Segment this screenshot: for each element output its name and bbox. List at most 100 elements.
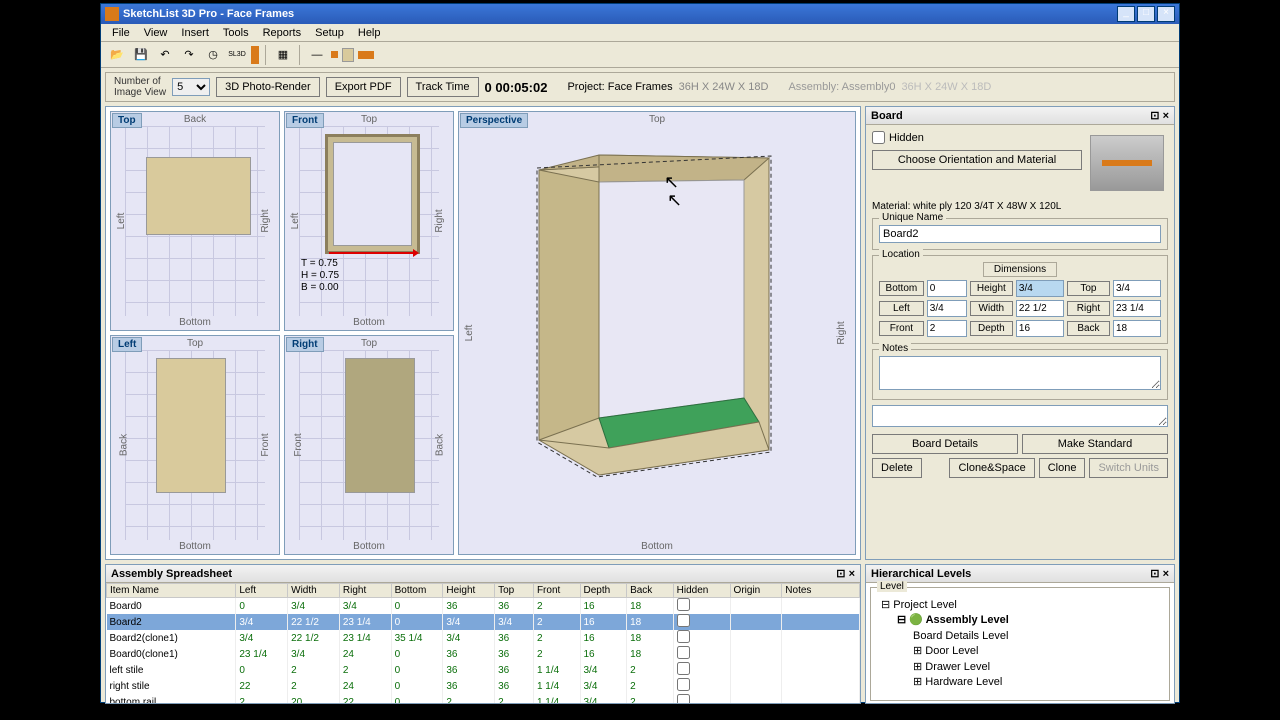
close-button[interactable]: ×: [1157, 6, 1175, 22]
hidden-checkbox[interactable]: [872, 131, 885, 144]
front-input[interactable]: [927, 320, 967, 337]
toolbar: 📂 💾 ↶ ↷ ◷ SL3D ▦ —: [101, 42, 1179, 68]
table-row[interactable]: Board003/43/40363621618: [107, 598, 860, 615]
titlebar: SketchList 3D Pro - Face Frames _ □ ×: [101, 4, 1179, 24]
tree-item[interactable]: ⊞ Door Level: [881, 644, 1159, 659]
menu-setup[interactable]: Setup: [308, 26, 351, 40]
imageview-label: Number of Image View: [114, 76, 166, 98]
spreadsheet-panel: Assembly Spreadsheet⊡ × Item NameLeftWid…: [105, 564, 861, 704]
menubar: File View Insert Tools Reports Setup Hel…: [101, 24, 1179, 42]
pro-icon[interactable]: SL3D: [227, 45, 247, 65]
tree-item[interactable]: ⊟ Project Level: [881, 598, 1159, 613]
back-input[interactable]: [1113, 320, 1161, 337]
track-time-button[interactable]: Track Time: [407, 77, 479, 97]
top-input[interactable]: [1113, 280, 1161, 297]
dimension-arrow: [329, 252, 414, 254]
width-button[interactable]: Width: [970, 301, 1013, 316]
clock-icon[interactable]: ◷: [203, 45, 223, 65]
front-button[interactable]: Front: [879, 321, 924, 336]
menu-reports[interactable]: Reports: [256, 26, 309, 40]
top-button[interactable]: Top: [1067, 281, 1110, 296]
viewport-back[interactable]: Top Back Bottom Left Right: [110, 111, 280, 331]
hierarchy-tree[interactable]: ⊟ Project Level⊟ 🟢 Assembly LevelBoard D…: [877, 594, 1163, 694]
clone-space-button[interactable]: Clone&Space: [949, 458, 1034, 478]
dim-h: H = 0.75: [301, 270, 339, 281]
tree-item[interactable]: ⊟ 🟢 Assembly Level: [881, 613, 1159, 628]
delete-button[interactable]: Delete: [872, 458, 922, 478]
maximize-button[interactable]: □: [1137, 6, 1155, 22]
menu-help[interactable]: Help: [351, 26, 388, 40]
bottom-button[interactable]: Bottom: [879, 281, 924, 296]
table-row[interactable]: left stile022036361 1/43/42: [107, 662, 860, 678]
right-input[interactable]: [1113, 300, 1161, 317]
table-row[interactable]: Board0(clone1)23 1/43/4240363621618: [107, 646, 860, 662]
assembly-label: Assembly: Assembly0: [788, 81, 895, 93]
viewport-left[interactable]: Left Top Bottom Back Front: [110, 335, 280, 555]
grid-icon[interactable]: ▦: [273, 45, 293, 65]
clone-button[interactable]: Clone: [1039, 458, 1086, 478]
menu-file[interactable]: File: [105, 26, 137, 40]
table-row[interactable]: Board2(clone1)3/422 1/223 1/435 1/43/436…: [107, 630, 860, 646]
open-icon[interactable]: 📂: [107, 45, 127, 65]
close-icon[interactable]: ×: [849, 568, 855, 580]
spreadsheet-table[interactable]: Item NameLeftWidthRightBottomHeightTopFr…: [106, 583, 860, 703]
close-panel-icon[interactable]: ×: [1163, 110, 1169, 122]
close-icon[interactable]: ×: [1163, 568, 1169, 580]
menu-insert[interactable]: Insert: [174, 26, 216, 40]
table-row[interactable]: Board23/422 1/223 1/403/43/421618: [107, 614, 860, 630]
save-icon[interactable]: 💾: [131, 45, 151, 65]
pin-icon[interactable]: ⊡: [1150, 110, 1159, 122]
board-details-button[interactable]: Board Details: [872, 434, 1018, 454]
name-input[interactable]: [879, 225, 1161, 243]
bar-icon[interactable]: [358, 51, 374, 59]
board-icon[interactable]: [251, 46, 259, 64]
table-row[interactable]: right stile22224036361 1/43/42: [107, 678, 860, 694]
export-pdf-button[interactable]: Export PDF: [326, 77, 401, 97]
undo-icon[interactable]: ↶: [155, 45, 175, 65]
make-standard-button[interactable]: Make Standard: [1022, 434, 1168, 454]
switch-units-button[interactable]: Switch Units: [1089, 458, 1168, 478]
left-button[interactable]: Left: [879, 301, 924, 316]
minimize-button[interactable]: _: [1117, 6, 1135, 22]
tree-item[interactable]: ⊞ Drawer Level: [881, 660, 1159, 675]
board-panel: Board ⊡ × Hidden Choose Orientation and …: [865, 106, 1175, 560]
menu-tools[interactable]: Tools: [216, 26, 256, 40]
line-icon[interactable]: —: [307, 45, 327, 65]
board-panel-header: Board ⊡ ×: [866, 107, 1174, 125]
viewport-right[interactable]: Right Top Bottom Front Back: [284, 335, 454, 555]
small-icon[interactable]: [331, 51, 338, 58]
right-button[interactable]: Right: [1067, 301, 1110, 316]
choose-material-button[interactable]: Choose Orientation and Material: [872, 150, 1082, 170]
pin-icon[interactable]: ⊡: [836, 568, 845, 580]
dim-t: T = 0.75: [301, 258, 338, 269]
viewport-perspective[interactable]: Perspective Top Bottom Left Right: [458, 111, 856, 555]
height-button[interactable]: Height: [970, 281, 1013, 296]
tree-item[interactable]: Board Details Level: [881, 629, 1159, 644]
menu-view[interactable]: View: [137, 26, 175, 40]
pin-icon[interactable]: ⊡: [1150, 568, 1159, 580]
left-input[interactable]: [927, 300, 967, 317]
panel-icon[interactable]: [342, 48, 354, 62]
project-dims: 36H X 24W X 18D: [679, 81, 769, 93]
app-icon: [105, 7, 119, 21]
back-button[interactable]: Back: [1067, 321, 1110, 336]
time-value: 0 00:05:02: [485, 80, 548, 95]
height-input[interactable]: [1016, 280, 1064, 297]
imageview-select[interactable]: 5: [172, 78, 210, 96]
width-input[interactable]: [1016, 300, 1064, 317]
redo-icon[interactable]: ↷: [179, 45, 199, 65]
notes-input[interactable]: [879, 356, 1161, 390]
depth-input[interactable]: [1016, 320, 1064, 337]
tree-item[interactable]: ⊞ Hardware Level: [881, 675, 1159, 690]
project-label: Project: Face Frames: [567, 81, 672, 93]
viewport-front[interactable]: Front Top Bottom Left Right T = 0.75 H =…: [284, 111, 454, 331]
depth-button[interactable]: Depth: [970, 321, 1013, 336]
app-window: SketchList 3D Pro - Face Frames _ □ × Fi…: [100, 3, 1180, 703]
bottom-input[interactable]: [927, 280, 967, 297]
table-row[interactable]: bottom rail220220221 1/43/42: [107, 694, 860, 703]
photo-render-button[interactable]: 3D Photo-Render: [216, 77, 320, 97]
notes-input-2[interactable]: [872, 405, 1168, 427]
viewports: Top Back Bottom Left Right Front Top Bot…: [105, 106, 861, 560]
infobar: Number of Image View 5 3D Photo-Render E…: [105, 72, 1175, 102]
thumbnail: [1090, 135, 1164, 191]
